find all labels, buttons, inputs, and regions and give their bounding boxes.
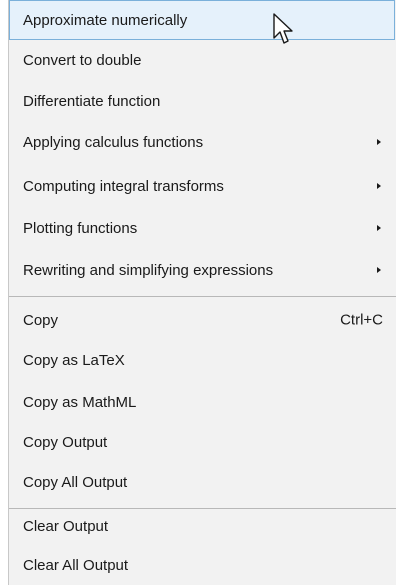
submenu-arrow-icon — [377, 183, 381, 189]
menu-item-label: Copy All Output — [23, 473, 128, 491]
menu-item-differentiate-function[interactable]: Differentiate function — [9, 81, 396, 121]
menu-item-label: Rewriting and simplifying expressions — [23, 261, 274, 279]
submenu-arrow-icon — [377, 225, 381, 231]
menu-item-label: Copy Output — [23, 433, 108, 451]
menu-item-plotting-functions[interactable]: Plotting functions — [9, 208, 396, 248]
menu-item-clear-all-output[interactable]: Clear All Output — [9, 545, 396, 585]
menu-item-copy-all-output[interactable]: Copy All Output — [9, 462, 396, 502]
menu-item-label: Copy as LaTeX — [23, 351, 125, 369]
context-menu: Approximate numerically Convert to doubl… — [8, 0, 396, 585]
menu-item-label: Convert to double — [23, 51, 142, 69]
menu-item-clear-output[interactable]: Clear Output — [9, 506, 396, 546]
menu-item-label: Clear All Output — [23, 556, 129, 574]
menu-item-approximate-numerically[interactable]: Approximate numerically — [9, 0, 395, 40]
menu-item-copy-output[interactable]: Copy Output — [9, 422, 396, 462]
menu-item-label: Differentiate function — [23, 92, 161, 110]
menu-item-shortcut: Ctrl+C — [340, 311, 383, 329]
menu-separator — [9, 296, 396, 297]
menu-item-label: Copy as MathML — [23, 393, 137, 411]
menu-item-label: Clear Output — [23, 517, 109, 535]
menu-item-label: Approximate numerically — [23, 11, 188, 29]
menu-item-copy-as-mathml[interactable]: Copy as MathML — [9, 382, 396, 422]
menu-item-label: Plotting functions — [23, 219, 138, 237]
menu-item-computing-integral-transforms[interactable]: Computing integral transforms — [9, 166, 396, 206]
menu-item-rewriting-and-simplifying-expressions[interactable]: Rewriting and simplifying expressions — [9, 250, 396, 290]
menu-item-copy[interactable]: Copy Ctrl+C — [9, 300, 396, 340]
submenu-arrow-icon — [377, 139, 381, 145]
submenu-arrow-icon — [377, 267, 381, 273]
menu-item-label: Computing integral transforms — [23, 177, 224, 195]
menu-item-label: Copy — [23, 311, 59, 329]
menu-item-applying-calculus-functions[interactable]: Applying calculus functions — [9, 122, 396, 162]
menu-item-convert-to-double[interactable]: Convert to double — [9, 40, 396, 80]
menu-item-copy-as-latex[interactable]: Copy as LaTeX — [9, 340, 396, 380]
menu-item-label: Applying calculus functions — [23, 133, 204, 151]
